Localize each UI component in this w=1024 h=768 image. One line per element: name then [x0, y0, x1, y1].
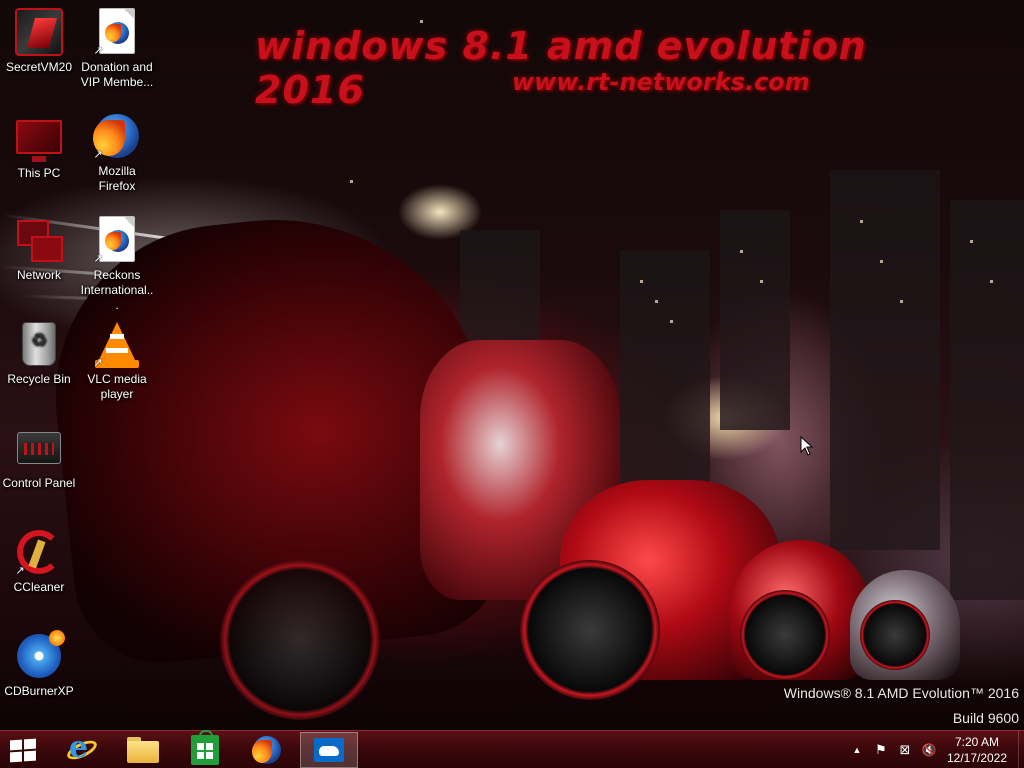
wallpaper-wheel [860, 600, 930, 670]
onedrive-icon [314, 738, 344, 762]
volume-muted-icon[interactable]: 🔇 [920, 741, 938, 759]
desktop-icon-donation-vip[interactable]: ↗ Donation and VIP Membe... [79, 8, 155, 90]
desktop-icon-label: Mozilla Firefox [98, 164, 136, 193]
taskbar-clock[interactable]: 7:20 AM 12/17/2022 [942, 734, 1012, 766]
internet-explorer-icon: e [64, 733, 100, 765]
desktop-icon-label: Control Panel [2, 476, 76, 490]
firefox-icon: ↗ [93, 112, 141, 161]
desktop-icon-label: CDBurnerXP [4, 684, 74, 698]
network-icon [15, 216, 63, 264]
desktop-icon-cdburnerxp[interactable]: CDBurnerXP [1, 630, 77, 699]
desktop-icon-secretvm20[interactable]: SecretVM20 [1, 8, 77, 75]
shortcut-arrow-icon: ↗ [93, 253, 103, 265]
taskbar-firefox[interactable] [238, 732, 296, 768]
desktop-icon-reckons-international[interactable]: ↗ Reckons International... [79, 216, 155, 313]
desktop-icon-control-panel[interactable]: Control Panel [1, 424, 77, 491]
shortcut-arrow-icon: ↗ [15, 565, 25, 577]
clock-date: 12/17/2022 [946, 751, 1008, 765]
desktop-icon-label: Recycle Bin [7, 372, 71, 386]
firefox-document-icon: ↗ [93, 8, 141, 57]
desktop-icon-recycle-bin[interactable]: Recycle Bin [1, 320, 77, 387]
os-watermark-edition: Windows® 8.1 AMD Evolution™ 2016 [783, 685, 1019, 701]
background-building [620, 250, 710, 510]
taskbar-file-explorer[interactable] [114, 732, 172, 768]
chevron-up-icon[interactable]: ▲ [848, 741, 866, 759]
wallpaper-url: www.rt-networks.com [512, 68, 810, 96]
desktop-icon-label: Network [16, 268, 61, 282]
desktop-icon-label: This PC [17, 166, 61, 180]
wallpaper-wheel [520, 560, 660, 700]
desktop-icon-this-pc[interactable]: This PC [1, 114, 77, 181]
desktop-icon-network[interactable]: Network [1, 216, 77, 283]
taskbar-store[interactable] [176, 730, 234, 768]
recycle-bin-icon [15, 320, 63, 368]
desktop-icon-label: VLC media player [87, 372, 147, 401]
computer-icon [15, 114, 63, 162]
wallpaper-wheel [740, 590, 830, 680]
firefox-document-icon: ↗ [93, 216, 141, 265]
desktop-icon-vlc[interactable]: ↗ VLC media player [79, 320, 155, 402]
folder-icon [127, 737, 159, 763]
system-tray: ▲ ⚑ ⊠ 🔇 [848, 731, 938, 768]
windows-logo-icon [10, 738, 38, 763]
secretvm-icon [15, 8, 63, 56]
desktop-icon-ccleaner[interactable]: ↗ CCleaner [1, 528, 77, 595]
control-panel-icon [15, 424, 63, 472]
clock-time: 7:20 AM [954, 735, 1000, 749]
background-building [460, 230, 540, 350]
ccleaner-icon: ↗ [15, 528, 63, 577]
network-error-icon[interactable]: ⊠ [896, 741, 914, 759]
desktop-icon-label: SecretVM20 [5, 60, 73, 74]
store-icon [191, 730, 219, 765]
show-desktop-button[interactable] [1018, 731, 1024, 768]
desktop-icon-label: CCleaner [13, 580, 65, 594]
cdburnerxp-icon [15, 630, 65, 680]
os-watermark-build: Build 9600 [952, 710, 1019, 726]
desktop-icon-mozilla-firefox[interactable]: ↗ Mozilla Firefox [79, 112, 155, 194]
background-building [830, 170, 940, 550]
taskbar-internet-explorer[interactable]: e [52, 732, 110, 768]
desktop-icon-label: Donation and VIP Membe... [80, 60, 154, 89]
shortcut-arrow-icon: ↗ [93, 149, 103, 161]
vlc-icon: ↗ [93, 320, 141, 369]
taskbar: e ▲ ⚑ ⊠ 🔇 7:20 AM 12/17/2022 [0, 730, 1024, 768]
background-building [950, 200, 1024, 600]
shortcut-arrow-icon: ↗ [93, 357, 103, 369]
start-button[interactable] [0, 732, 50, 768]
taskbar-onedrive[interactable] [300, 732, 358, 768]
action-center-flag-icon[interactable]: ⚑ [872, 741, 890, 759]
shortcut-arrow-icon: ↗ [93, 45, 103, 57]
firefox-icon [252, 735, 282, 765]
wallpaper-wheel [220, 560, 380, 720]
desktop-icon-label: Reckons International... [80, 268, 154, 312]
background-building [720, 210, 790, 430]
